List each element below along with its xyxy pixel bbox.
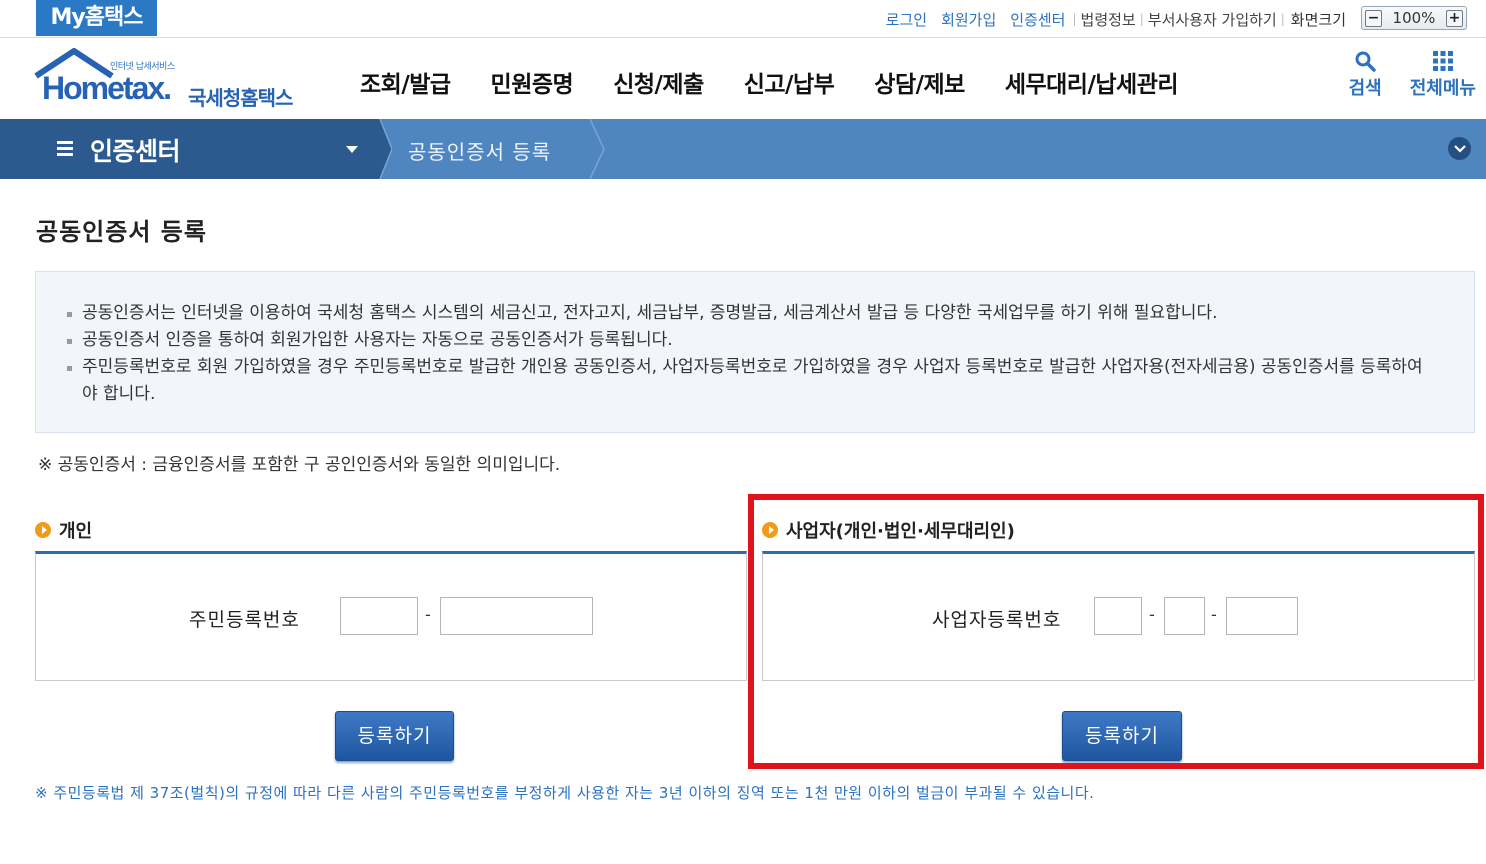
zoom-control: − 100% +: [1361, 6, 1467, 30]
highlight-frame: [748, 494, 1484, 769]
header-tools: 검색 전체메뉴: [1321, 50, 1476, 100]
logo-wordmark: Hometax.: [42, 70, 172, 106]
personal-title-text: 개인: [59, 521, 93, 542]
personal-panel: 주민등록번호 -: [35, 551, 747, 681]
all-menu-label: 전체메뉴: [1409, 78, 1476, 99]
rrn-front-input[interactable]: [340, 597, 418, 635]
zoom-out-button[interactable]: −: [1365, 9, 1382, 27]
utility-links: 로그인 회원가입 인증센터 | 법령정보 | 부서사용자 가입하기 | 화면크기: [879, 9, 1346, 29]
logo-korean-name: 국세청홈택스: [188, 86, 293, 110]
page-title: 공동인증서 등록: [36, 218, 207, 246]
expand-button[interactable]: [1448, 137, 1471, 160]
location-bar: 인증센터 공동인증서 등록: [0, 119, 1486, 179]
breadcrumb-arrow-icon: [589, 119, 605, 179]
legal-footnote: ※ 주민등록법 제 37조(벌칙)의 규정에 따라 다른 사람의 주민등록번호를…: [35, 784, 1095, 802]
nav-item-consult[interactable]: 상담/제보: [874, 65, 965, 99]
section-title: 인증센터: [90, 137, 181, 166]
personal-section-title: 개인: [35, 517, 92, 543]
rrn-back-input[interactable]: [440, 597, 593, 635]
nav-item-inquiry[interactable]: 조회/발급: [360, 65, 451, 99]
grid-menu-icon: [1432, 51, 1453, 71]
nav-item-certificate[interactable]: 민원증명: [491, 65, 574, 99]
search-label: 검색: [1348, 78, 1382, 99]
zoom-label: 화면크기: [1290, 10, 1346, 29]
zoom-in-button[interactable]: +: [1445, 9, 1463, 27]
info-box: 공동인증서는 인터넷을 이용하여 국세청 홈택스 시스템의 세금신고, 전자고지…: [35, 271, 1475, 433]
chevron-down-icon: [1453, 144, 1466, 153]
nav-item-filing[interactable]: 신고/납부: [744, 65, 835, 99]
dash-separator: -: [425, 605, 431, 624]
search-button[interactable]: 검색: [1349, 50, 1382, 100]
info-item: 주민등록번호로 회원 가입하였을 경우 주민등록번호로 발급한 개인용 공동인증…: [64, 354, 1434, 408]
divider: |: [1280, 12, 1285, 26]
section-selector[interactable]: 인증센터: [0, 119, 380, 179]
arrow-bullet-icon: [35, 522, 51, 538]
cert-center-link[interactable]: 인증센터: [1010, 9, 1065, 30]
hometax-logo[interactable]: 인터넷 납세서비스 Hometax. 국세청홈택스: [34, 46, 309, 112]
breadcrumb-current[interactable]: 공동인증서 등록: [408, 136, 551, 165]
divider: |: [1072, 12, 1077, 26]
info-item: 공동인증서는 인터넷을 이용하여 국세청 홈택스 시스템의 세금신고, 전자고지…: [64, 300, 1434, 327]
hamburger-icon: [57, 141, 73, 156]
law-info-link[interactable]: 법령정보: [1081, 9, 1136, 30]
info-list: 공동인증서는 인터넷을 이용하여 국세청 홈택스 시스템의 세금신고, 전자고지…: [64, 300, 1434, 408]
breadcrumb-arrow-icon: [370, 119, 392, 179]
nav-item-tax-agent[interactable]: 세무대리/납세관리: [1005, 65, 1179, 99]
info-item: 공동인증서 인증을 통하여 회원가입한 사용자는 자동으로 공동인증서가 등록됩…: [64, 327, 1434, 354]
my-hometax-button[interactable]: My홈택스: [36, 0, 157, 36]
site-header: 인터넷 납세서비스 Hometax. 국세청홈택스 조회/발급 민원증명 신청/…: [0, 38, 1486, 119]
divider: |: [1139, 12, 1144, 26]
all-menu-button[interactable]: 전체메뉴: [1410, 50, 1476, 100]
search-icon: [1355, 51, 1376, 72]
utility-bar: My홈택스 로그인 회원가입 인증센터 | 법령정보 | 부서사용자 가입하기 …: [0, 0, 1486, 38]
personal-register-button[interactable]: 등록하기: [335, 711, 454, 761]
global-nav: 조회/발급 민원증명 신청/제출 신고/납부 상담/제보 세무대리/납세관리: [360, 65, 1218, 99]
zoom-value: 100%: [1392, 9, 1436, 27]
dept-user-signup-link[interactable]: 부서사용자 가입하기: [1148, 9, 1277, 30]
rrn-label: 주민등록번호: [189, 609, 300, 631]
login-link[interactable]: 로그인: [886, 9, 927, 30]
caret-down-icon: [346, 146, 358, 153]
nav-item-application[interactable]: 신청/제출: [613, 65, 704, 99]
signup-link[interactable]: 회원가입: [941, 9, 996, 30]
cert-notice: ※ 공동인증서 : 금융인증서를 포함한 구 공인인증서와 동일한 의미입니다.: [38, 455, 561, 475]
